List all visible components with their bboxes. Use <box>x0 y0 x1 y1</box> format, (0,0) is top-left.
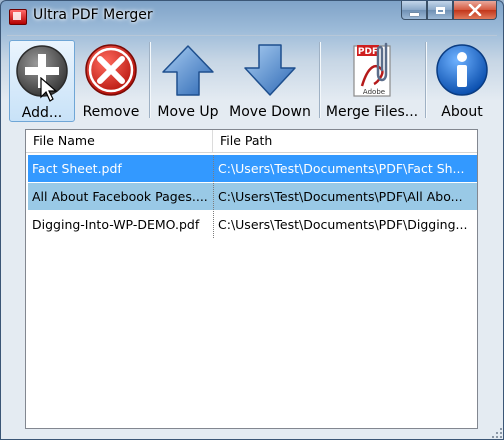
merge-files-button-label: Merge Files... <box>325 104 419 120</box>
minimize-button[interactable] <box>401 1 427 20</box>
arrow-down-icon <box>244 44 296 96</box>
title-bar[interactable]: Ultra PDF Merger <box>1 1 503 31</box>
about-button[interactable]: About <box>431 40 493 122</box>
mouse-pointer-icon <box>40 77 58 102</box>
toolbar-separator <box>149 42 151 118</box>
window-title: Ultra PDF Merger <box>33 7 153 23</box>
table-row[interactable]: Fact Sheet.pdf C:\Users\Test\Documents\P… <box>28 155 477 182</box>
minimize-icon <box>409 12 419 16</box>
file-path-cell: C:\Users\Test\Documents\PDF\Digging... <box>213 211 477 238</box>
file-name-cell: Digging-Into-WP-DEMO.pdf <box>32 217 200 232</box>
add-button-label: Add... <box>21 105 63 121</box>
remove-button[interactable]: Remove <box>79 40 143 122</box>
remove-button-label: Remove <box>82 104 140 120</box>
column-header-file-path[interactable]: File Path <box>213 130 477 152</box>
pdf-paperclip-icon: PDF Adobe <box>353 42 391 97</box>
resize-grip-icon[interactable] <box>491 427 503 439</box>
list-header: File Name File Path <box>26 130 477 153</box>
about-button-label: About <box>441 104 483 120</box>
file-list[interactable]: File Name File Path Fact Sheet.pdf C:\Us… <box>25 129 478 429</box>
app-icon[interactable] <box>9 9 27 25</box>
column-header-file-name[interactable]: File Name <box>26 130 213 152</box>
add-button[interactable]: Add... <box>9 40 75 122</box>
file-path-cell: C:\Users\Test\Documents\PDF\All Abo... <box>213 183 477 210</box>
app-window: Ultra PDF Merger Add... Remove Move Up M… <box>0 0 504 440</box>
move-up-button-label: Move Up <box>157 104 219 120</box>
move-up-button[interactable]: Move Up <box>153 40 223 122</box>
table-row[interactable]: All About Facebook Pages.... C:\Users\Te… <box>28 183 477 210</box>
info-circle-icon <box>436 44 488 96</box>
toolbar-separator <box>319 42 321 118</box>
close-button[interactable] <box>453 1 497 20</box>
pdf-badge-text: PDF <box>358 47 378 57</box>
window-controls <box>401 1 497 21</box>
file-path-cell: C:\Users\Test\Documents\PDF\Fact Sh... <box>213 155 477 182</box>
arrow-up-icon <box>162 45 214 96</box>
move-down-button-label: Move Down <box>229 104 311 120</box>
x-circle-icon <box>85 44 137 96</box>
file-name-cell: Fact Sheet.pdf <box>32 161 122 176</box>
move-down-button[interactable]: Move Down <box>227 40 313 122</box>
toolbar: Add... Remove Move Up Move Down PDF Adob… <box>7 35 497 124</box>
adobe-text: Adobe <box>363 88 385 96</box>
file-name-cell: All About Facebook Pages.... <box>32 189 208 204</box>
merge-files-button[interactable]: PDF Adobe Merge Files... <box>325 40 419 122</box>
table-row[interactable]: Digging-Into-WP-DEMO.pdf C:\Users\Test\D… <box>28 211 477 238</box>
maximize-button[interactable] <box>427 1 453 20</box>
toolbar-separator <box>425 42 427 118</box>
close-icon <box>468 4 482 16</box>
maximize-icon <box>435 6 445 14</box>
